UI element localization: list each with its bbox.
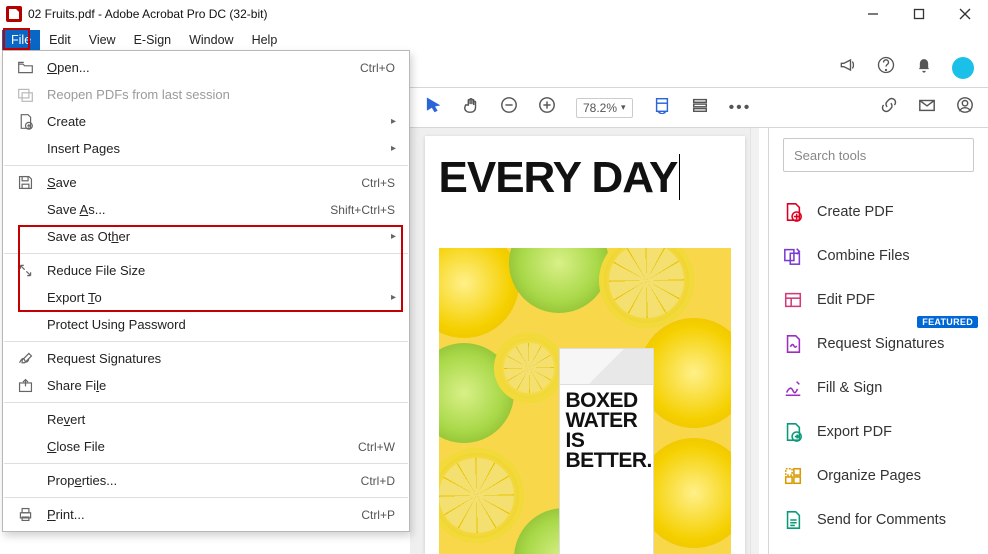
menu-file[interactable]: File: [2, 30, 40, 50]
separator: [4, 463, 408, 464]
window-title: 02 Fruits.pdf - Adobe Acrobat Pro DC (32…: [28, 7, 267, 21]
menu-insert-pages[interactable]: Insert Pages ▸: [3, 135, 409, 162]
vertical-scrollbar[interactable]: [750, 128, 759, 554]
tool-create-pdf[interactable]: Create PDF: [783, 190, 974, 234]
zoom-in-icon[interactable]: [538, 96, 556, 119]
combine-icon: [783, 246, 803, 266]
menu-window[interactable]: Window: [180, 30, 242, 50]
menu-view[interactable]: View: [80, 30, 125, 50]
submenu-arrow-icon: ▸: [391, 143, 409, 154]
compress-icon: [3, 262, 47, 279]
menu-edit[interactable]: Edit: [40, 30, 80, 50]
link-icon[interactable]: [880, 96, 898, 119]
page-image: BOXED WATER IS BETTER.: [439, 248, 731, 554]
zoom-level[interactable]: 78.2%▾: [576, 98, 633, 118]
carton-graphic: BOXED WATER IS BETTER.: [559, 348, 654, 554]
select-tool-icon[interactable]: [424, 96, 442, 119]
tool-combine-files[interactable]: Combine Files: [783, 234, 974, 278]
page-heading[interactable]: EVERY DAY: [439, 154, 731, 200]
separator: [4, 253, 408, 254]
submenu-arrow-icon: ▸: [391, 292, 409, 303]
print-icon: [3, 506, 47, 523]
chevron-down-icon: ▾: [621, 102, 626, 113]
reopen-icon: [3, 86, 47, 103]
separator: [4, 402, 408, 403]
save-icon: [3, 174, 47, 191]
share-icon: [3, 377, 47, 394]
menu-esign[interactable]: E-Sign: [125, 30, 181, 50]
menu-save-as-other[interactable]: Save as Other ▸: [3, 223, 409, 250]
create-pdf-icon: [783, 202, 803, 222]
tool-fill-sign[interactable]: Fill & Sign: [783, 366, 974, 410]
menu-request-signatures[interactable]: Request Signatures: [3, 345, 409, 372]
help-icon[interactable]: [876, 55, 896, 80]
shortcut: Ctrl+O: [360, 61, 409, 75]
menu-save-as[interactable]: Save As... Shift+Ctrl+S: [3, 196, 409, 223]
fill-sign-icon: [783, 378, 803, 398]
email-icon[interactable]: [918, 96, 936, 119]
menu-close-file[interactable]: Close File Ctrl+W: [3, 433, 409, 460]
profile-icon[interactable]: [956, 96, 974, 119]
text-cursor: [679, 154, 680, 200]
comments-icon: [783, 510, 803, 530]
menu-reduce-size[interactable]: Reduce File Size: [3, 257, 409, 284]
acrobat-icon: [6, 6, 22, 22]
pdf-page[interactable]: EVERY DAY BOXED WATER IS BETTER.: [425, 136, 745, 554]
close-button[interactable]: [942, 0, 988, 28]
folder-open-icon: [3, 59, 47, 76]
menu-reopen: Reopen PDFs from last session: [3, 81, 409, 108]
separator: [4, 165, 408, 166]
app-toolbar: [410, 48, 988, 88]
menu-help[interactable]: Help: [243, 30, 287, 50]
tool-request-signatures[interactable]: Request Signatures FEATURED: [783, 322, 974, 366]
more-tools-icon[interactable]: •••: [729, 99, 752, 117]
featured-badge: FEATURED: [917, 316, 978, 328]
fit-width-icon[interactable]: [653, 96, 671, 119]
menu-share-file[interactable]: Share File: [3, 372, 409, 399]
separator: [4, 497, 408, 498]
menu-open[interactable]: Open... Ctrl+O: [3, 54, 409, 81]
minimize-button[interactable]: [850, 0, 896, 28]
separator: [4, 341, 408, 342]
submenu-arrow-icon: ▸: [391, 231, 409, 242]
hand-tool-icon[interactable]: [462, 96, 480, 119]
page-display-icon[interactable]: [691, 96, 709, 119]
create-icon: [3, 113, 47, 130]
menu-create[interactable]: Create ▸: [3, 108, 409, 135]
menu-print[interactable]: Print... Ctrl+P: [3, 501, 409, 528]
megaphone-icon[interactable]: [838, 55, 858, 80]
tool-organize-pages[interactable]: Organize Pages: [783, 454, 974, 498]
search-tools-input[interactable]: Search tools: [783, 138, 974, 172]
tools-panel: Search tools Create PDF Combine Files Ed…: [768, 128, 988, 554]
export-pdf-icon: [783, 422, 803, 442]
tool-send-comments[interactable]: Send for Comments: [783, 498, 974, 542]
menu-save[interactable]: Save Ctrl+S: [3, 169, 409, 196]
user-avatar[interactable]: [952, 57, 974, 79]
title-bar: 02 Fruits.pdf - Adobe Acrobat Pro DC (32…: [0, 0, 988, 28]
maximize-button[interactable]: [896, 0, 942, 28]
tool-export-pdf[interactable]: Export PDF: [783, 410, 974, 454]
document-view[interactable]: EVERY DAY BOXED WATER IS BETTER.: [410, 128, 759, 554]
menu-export-to[interactable]: Export To ▸: [3, 284, 409, 311]
menu-properties[interactable]: Properties... Ctrl+D: [3, 467, 409, 494]
menu-protect[interactable]: Protect Using Password: [3, 311, 409, 338]
file-menu-dropdown: Open... Ctrl+O Reopen PDFs from last ses…: [2, 50, 410, 532]
submenu-arrow-icon: ▸: [391, 116, 409, 127]
document-toolbar: 78.2%▾ •••: [410, 88, 988, 128]
bell-icon[interactable]: [914, 55, 934, 80]
signature-icon: [3, 350, 47, 367]
edit-pdf-icon: [783, 290, 803, 310]
zoom-out-icon[interactable]: [500, 96, 518, 119]
menu-revert[interactable]: Revert: [3, 406, 409, 433]
request-sig-icon: [783, 334, 803, 354]
organize-icon: [783, 466, 803, 486]
